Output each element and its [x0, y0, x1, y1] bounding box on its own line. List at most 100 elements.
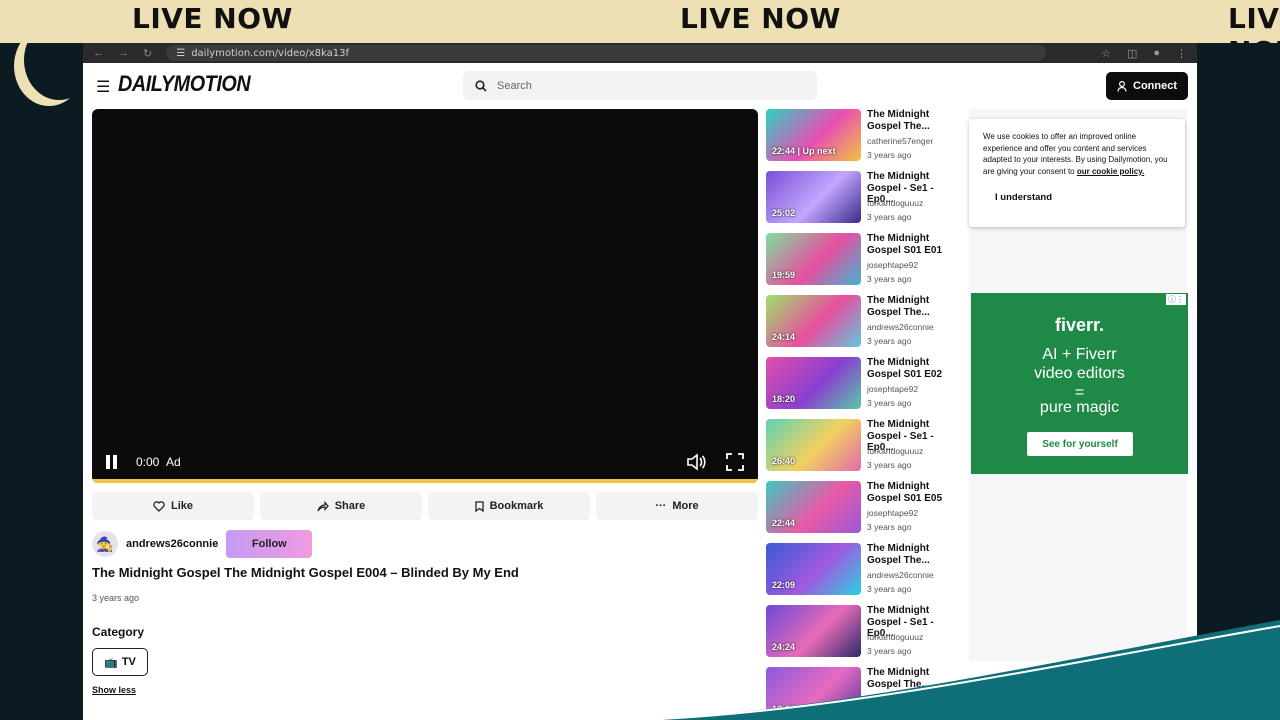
- like-label: Like: [170, 500, 193, 512]
- list-item[interactable]: 25:02 The Midnight Gospel - Se1 - Ep0... f…: [766, 171, 966, 233]
- like-button[interactable]: Like: [92, 492, 254, 520]
- connect-label: Connect: [1133, 80, 1177, 92]
- list-item-user[interactable]: josephtape92: [867, 508, 918, 518]
- reload-icon[interactable]: ↻: [143, 47, 152, 60]
- user-icon: [1117, 80, 1127, 92]
- pause-icon[interactable]: [106, 455, 120, 469]
- list-item-title[interactable]: The Midnight Gospel The...: [867, 109, 963, 132]
- channel-row: 🧙 andrews26connie Follow: [92, 530, 313, 558]
- bookmark-label: Bookmark: [489, 500, 544, 512]
- extensions-icon[interactable]: ◫: [1127, 47, 1137, 60]
- list-item[interactable]: 22:44 The Midnight Gospel S01 E05 josephta…: [766, 481, 966, 543]
- profile-icon[interactable]: ●: [1153, 47, 1160, 60]
- video-age: 3 years ago: [92, 593, 140, 603]
- list-item-age: 3 years ago: [867, 336, 912, 346]
- duration-badge: 22:09: [772, 580, 796, 590]
- connect-button[interactable]: Connect: [1106, 72, 1188, 100]
- list-item-user[interactable]: furkandoguuuz: [867, 446, 923, 456]
- progress-bar[interactable]: [92, 479, 758, 483]
- live-now-banner: LIVE NOW LIVE NOW LIVE NOW: [0, 0, 1280, 43]
- list-item-user[interactable]: catherine57enger: [867, 136, 933, 146]
- back-icon[interactable]: ←: [93, 47, 104, 59]
- search-input[interactable]: [497, 79, 797, 92]
- cookie-banner: We use cookies to offer an improved onli…: [969, 119, 1185, 227]
- list-item[interactable]: 19:59 The Midnight Gospel S01 E01 josephta…: [766, 233, 966, 295]
- list-item[interactable]: 26:40 The Midnight Gospel - Se1 - Ep0... f…: [766, 419, 966, 481]
- menu-icon[interactable]: ⋮: [1176, 47, 1187, 60]
- ad-label: Ad: [166, 455, 181, 469]
- category-tag-tv[interactable]: 📺 TV: [92, 648, 148, 676]
- video-player[interactable]: 0:00 Ad: [92, 109, 758, 483]
- list-item-age: 3 years ago: [867, 398, 912, 408]
- duration-badge: 19:59: [772, 270, 796, 280]
- category-tag-label: TV: [121, 656, 136, 668]
- video-actions: Like Share Bookmark ··· More: [92, 492, 758, 520]
- list-item-title[interactable]: The Midnight Gospel S01 E05: [867, 481, 963, 504]
- share-button[interactable]: Share: [260, 492, 422, 520]
- list-item[interactable]: 22:09 The Midnight Gospel The... andrews26…: [766, 543, 966, 605]
- list-item-age: 3 years ago: [867, 274, 912, 284]
- list-item-user[interactable]: josephtape92: [867, 260, 918, 270]
- time-display: 0:00 Ad: [136, 455, 181, 469]
- dailymotion-logo[interactable]: DAILYMOTION: [118, 71, 251, 97]
- more-dots-icon: ···: [655, 500, 667, 512]
- video-thumbnail[interactable]: 22:09: [766, 543, 861, 595]
- list-item-title[interactable]: The Midnight Gospel The...: [867, 543, 963, 566]
- search-icon: [475, 79, 487, 92]
- video-thumbnail[interactable]: 25:02: [766, 171, 861, 223]
- video-thumbnail[interactable]: 19:59: [766, 233, 861, 285]
- category-heading: Category: [92, 625, 145, 639]
- cookie-accept-button[interactable]: I understand: [983, 189, 1065, 207]
- list-item-age: 3 years ago: [867, 460, 912, 470]
- video-thumbnail[interactable]: 22:44: [766, 481, 861, 533]
- tv-icon: 📺: [104, 656, 118, 669]
- site-info-icon[interactable]: ☰: [176, 48, 185, 59]
- duration-badge: 22:44 | Up next: [772, 146, 836, 156]
- fiverr-ad[interactable]: ⓘ⋮ fiverr. AI + Fiverr video editors = p…: [971, 293, 1188, 474]
- list-item-user[interactable]: furkandoguuuz: [867, 198, 923, 208]
- fullscreen-icon[interactable]: [726, 453, 744, 471]
- cookie-policy-link[interactable]: our cookie policy.: [1077, 167, 1144, 176]
- ad-tagline: pure magic: [1039, 399, 1120, 416]
- list-item-title[interactable]: The Midnight Gospel S01 E01: [867, 233, 963, 256]
- site-header: ☰ DAILYMOTION Connect: [83, 63, 1197, 109]
- bookmark-icon: [474, 500, 484, 512]
- list-item-title[interactable]: The Midnight Gospel S01 E02: [867, 357, 963, 380]
- forward-icon[interactable]: →: [118, 47, 129, 59]
- list-item[interactable]: 24:14 The Midnight Gospel The... andrews26…: [766, 295, 966, 357]
- live-now-text: LIVE NOW: [680, 2, 841, 35]
- list-item-user[interactable]: andrews26connie: [867, 322, 934, 332]
- list-item[interactable]: 22:44 | Up next The Midnight Gospel The..…: [766, 109, 966, 171]
- show-less-link[interactable]: Show less: [92, 685, 136, 695]
- list-item-title[interactable]: The Midnight Gospel The...: [867, 295, 963, 318]
- video-thumbnail[interactable]: 22:44 | Up next: [766, 109, 861, 161]
- share-label: Share: [334, 500, 366, 512]
- list-item-user[interactable]: andrews26connie: [867, 570, 934, 580]
- video-thumbnail[interactable]: 24:14: [766, 295, 861, 347]
- channel-name[interactable]: andrews26connie: [126, 538, 218, 550]
- wave-decoration: [640, 620, 1280, 720]
- star-icon[interactable]: ☆: [1101, 47, 1111, 60]
- list-item-user[interactable]: josephtape92: [867, 384, 918, 394]
- search-bar[interactable]: [463, 71, 817, 100]
- ad-info-icon[interactable]: ⓘ⋮: [1166, 294, 1186, 305]
- more-button[interactable]: ··· More: [596, 492, 758, 520]
- avatar[interactable]: 🧙: [92, 531, 118, 557]
- more-label: More: [672, 500, 699, 512]
- duration-badge: 26:40: [772, 456, 796, 466]
- player-right-controls: [686, 453, 744, 471]
- hamburger-menu-icon[interactable]: ☰: [96, 77, 110, 97]
- duration-badge: 22:44: [772, 518, 796, 528]
- heart-icon: [153, 500, 165, 512]
- video-thumbnail[interactable]: 18:20: [766, 357, 861, 409]
- address-bar[interactable]: ☰ dailymotion.com/video/x8ka13f: [166, 45, 1047, 61]
- bookmark-button[interactable]: Bookmark: [428, 492, 590, 520]
- video-thumbnail[interactable]: 26:40: [766, 419, 861, 471]
- duration-badge: 24:14: [772, 332, 796, 342]
- volume-icon[interactable]: [686, 453, 706, 471]
- list-item[interactable]: 18:20 The Midnight Gospel S01 E02 josephta…: [766, 357, 966, 419]
- list-item-age: 3 years ago: [867, 150, 912, 160]
- follow-button[interactable]: Follow: [226, 530, 313, 558]
- ad-cta-button[interactable]: See for yourself: [1027, 432, 1133, 456]
- ad-headline: AI + Fiverr video editors =: [1034, 346, 1125, 401]
